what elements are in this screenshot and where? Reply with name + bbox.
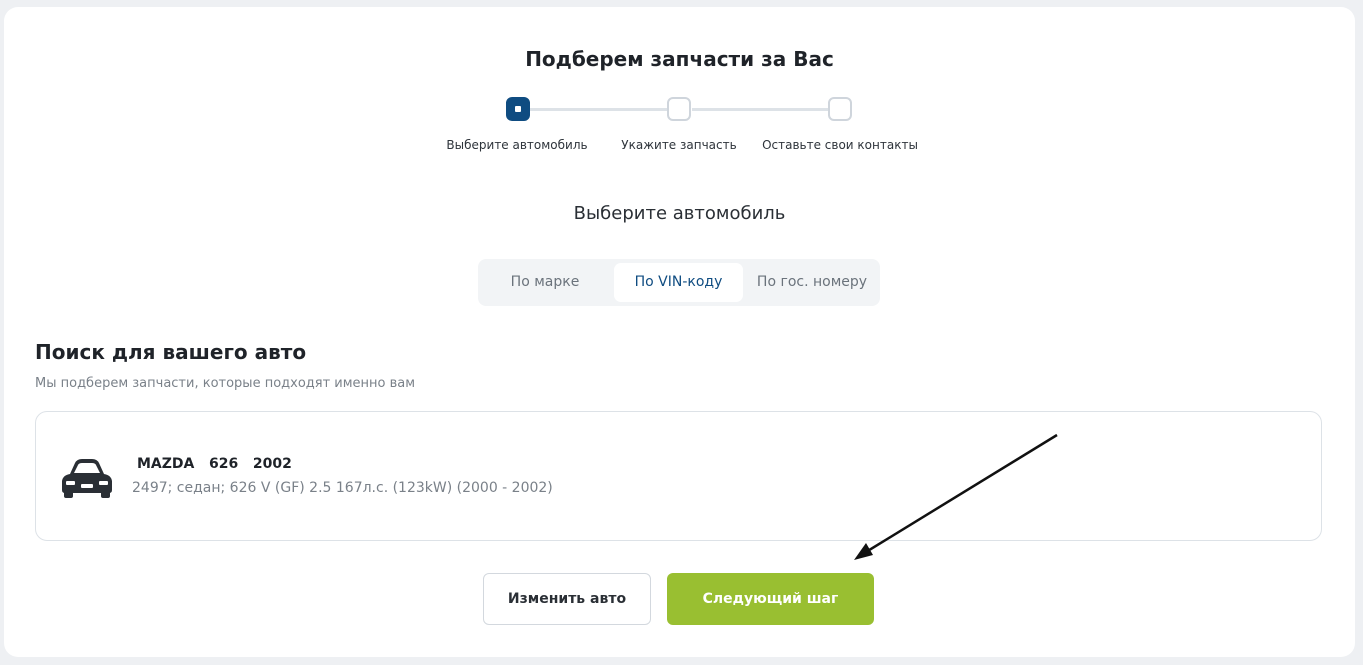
selected-car-card: MAZDA 626 2002 2497; седан; 626 V (GF) 2… (35, 411, 1322, 541)
step-1-label: Выберите автомобиль (446, 138, 588, 152)
step-2-label: Укажите запчасть (621, 138, 737, 152)
car-description: 2497; седан; 626 V (GF) 2.5 167л.с. (123… (132, 480, 553, 496)
next-step-button[interactable]: Следующий шаг (667, 573, 874, 625)
step-3-label: Оставьте свои контакты (762, 138, 918, 152)
step-3-indicator (828, 97, 852, 121)
tab-by-plate[interactable]: По гос. номеру (748, 263, 876, 302)
step-connector (692, 108, 828, 111)
step-2-indicator (667, 97, 691, 121)
tab-by-brand[interactable]: По марке (482, 263, 608, 302)
car-title: MAZDA 626 2002 (137, 456, 292, 472)
step-1-indicator (506, 97, 530, 121)
search-mode-tabs: По марке По VIN-коду По гос. номеру (478, 259, 880, 306)
section-title: Выберите автомобиль (573, 203, 786, 224)
progress-stepper: Выберите автомобиль Укажите запчасть Ост… (4, 7, 1355, 167)
wizard-card: Подберем запчасти за Вас Выберите автомо… (4, 7, 1355, 657)
tab-by-vin[interactable]: По VIN-коду (614, 263, 743, 302)
search-heading: Поиск для вашего авто (35, 340, 307, 364)
step-connector (530, 108, 668, 111)
change-car-button[interactable]: Изменить авто (483, 573, 651, 625)
search-subheading: Мы подберем запчасти, которые подходят и… (35, 376, 416, 391)
car-icon (60, 457, 114, 499)
